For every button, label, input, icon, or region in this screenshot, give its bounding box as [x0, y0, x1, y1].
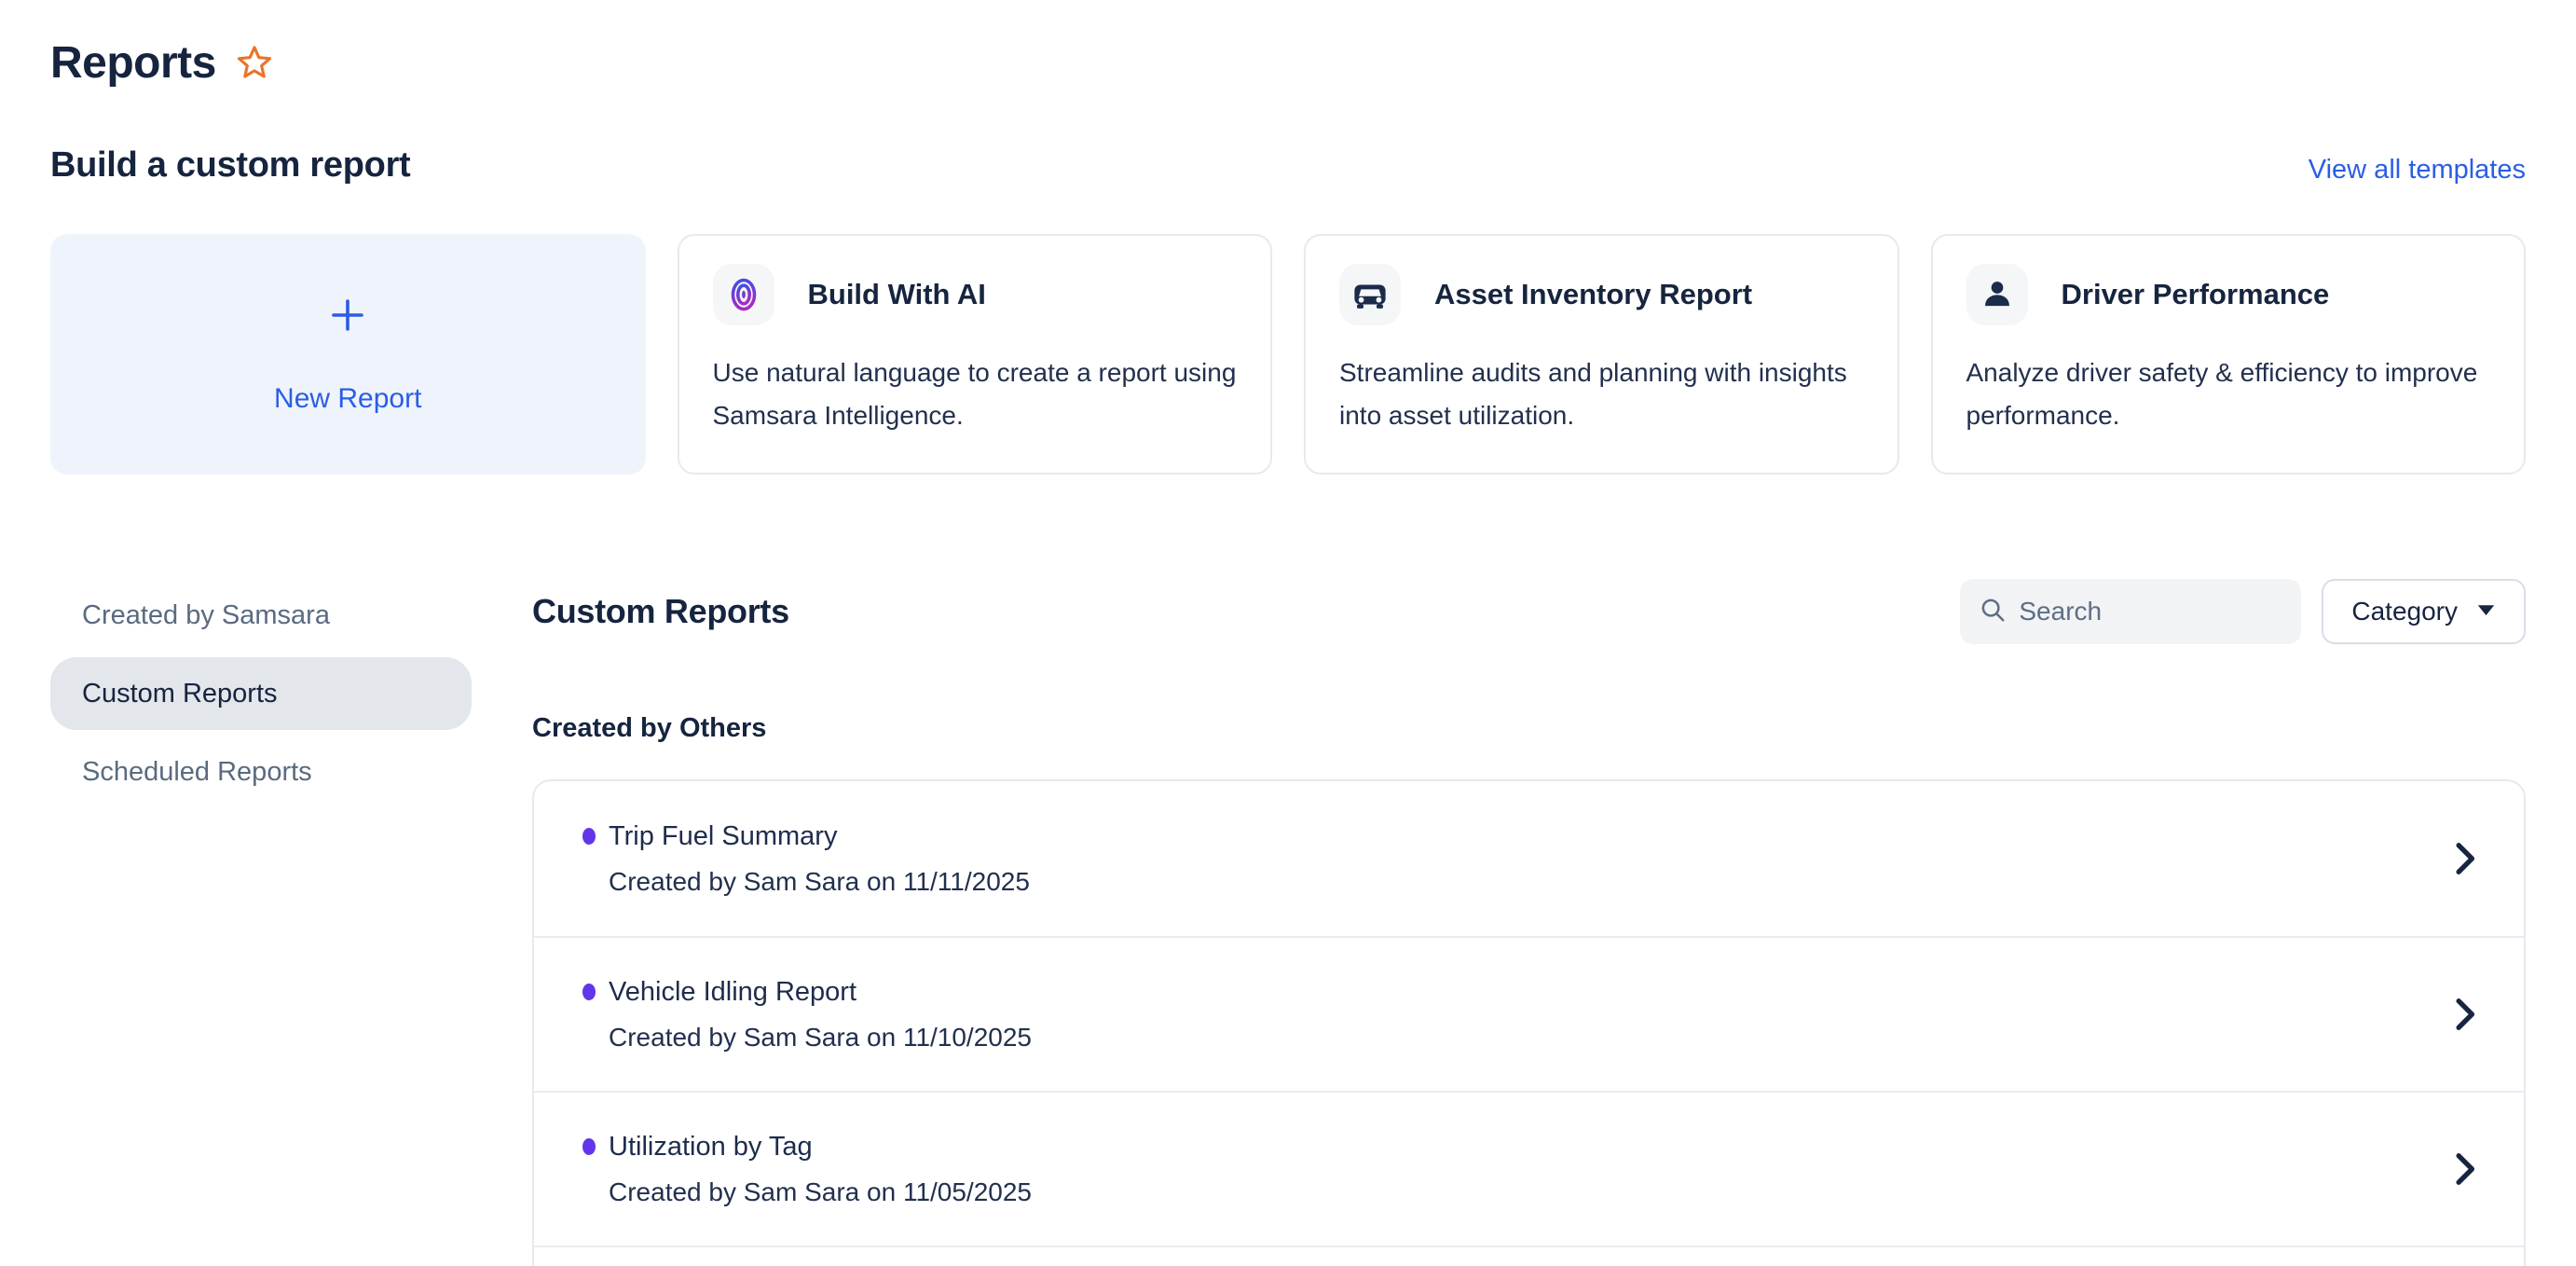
templates-header: Build a custom report View all templates	[50, 145, 2526, 186]
card-head: Build With AI	[713, 264, 1238, 325]
report-title: Utilization by Tag	[609, 1128, 1032, 1165]
template-card-asset-inventory[interactable]: Asset Inventory Report Streamline audits…	[1304, 234, 1899, 475]
person-icon	[1966, 264, 2028, 325]
favorite-star-button[interactable]	[235, 43, 274, 85]
category-label: Category	[2351, 597, 2458, 626]
card-title: Driver Performance	[2062, 278, 2330, 311]
card-head: Asset Inventory Report	[1339, 264, 1864, 325]
custom-reports-main: Custom Reports Category	[532, 579, 2526, 1266]
main-header: Custom Reports Category	[532, 579, 2526, 644]
row-content: Utilization by Tag Created by Sam Sara o…	[582, 1128, 1032, 1210]
report-color-dot	[582, 1138, 596, 1155]
chevron-right-icon[interactable]	[2455, 842, 2475, 875]
caret-down-icon	[2476, 604, 2496, 619]
card-title: Build With AI	[808, 278, 986, 311]
created-by-others-heading: Created by Others	[532, 713, 2526, 744]
templates-heading: Build a custom report	[50, 145, 410, 186]
plus-icon	[327, 295, 368, 340]
page-header: Reports	[50, 35, 2526, 91]
report-row-vehicle-idling-report[interactable]: Vehicle Idling Report Created by Sam Sar…	[534, 936, 2524, 1091]
star-icon	[235, 43, 274, 85]
chevron-right-icon[interactable]	[2455, 998, 2475, 1031]
sidebar-item-created-by-samsara[interactable]: Created by Samsara	[50, 579, 472, 652]
card-description: Analyze driver safety & efficiency to im…	[1966, 351, 2491, 437]
sidebar-item-custom-reports[interactable]: Custom Reports	[50, 657, 472, 730]
new-report-label: New Report	[274, 383, 421, 415]
card-head: Driver Performance	[1966, 264, 2491, 325]
content-area: Created by Samsara Custom Reports Schedu…	[50, 579, 2526, 1266]
row-content: Vehicle Idling Report Created by Sam Sar…	[582, 973, 1032, 1055]
custom-reports-heading: Custom Reports	[532, 592, 789, 631]
template-card-build-with-ai[interactable]: Build With AI Use natural language to cr…	[678, 234, 1273, 475]
report-row-utilization-by-tag[interactable]: Utilization by Tag Created by Sam Sara o…	[534, 1091, 2524, 1245]
reports-page: Reports Build a custom report View all t…	[0, 0, 2576, 1266]
card-description: Streamline audits and planning with insi…	[1339, 351, 1864, 437]
report-color-dot	[582, 828, 596, 845]
template-card-driver-performance[interactable]: Driver Performance Analyze driver safety…	[1931, 234, 2527, 475]
search-input[interactable]	[2019, 597, 2282, 626]
report-row-trip-fuel-summary[interactable]: Trip Fuel Summary Created by Sam Sara on…	[534, 781, 2524, 936]
view-all-templates-link[interactable]: View all templates	[2309, 155, 2526, 186]
row-content: Trip Fuel Summary Created by Sam Sara on…	[582, 818, 1030, 900]
template-cards: New Report	[50, 234, 2526, 475]
new-report-card[interactable]: New Report	[50, 234, 646, 475]
report-list: Trip Fuel Summary Created by Sam Sara on…	[532, 779, 2526, 1266]
report-subtitle: Created by Sam Sara on 11/05/2025	[609, 1175, 1032, 1210]
chevron-right-icon[interactable]	[2455, 1152, 2475, 1186]
search-box[interactable]	[1960, 579, 2301, 644]
vehicle-icon	[1339, 264, 1401, 325]
reports-sidebar: Created by Samsara Custom Reports Schedu…	[50, 579, 472, 1266]
card-title: Asset Inventory Report	[1434, 278, 1752, 311]
report-subtitle: Created by Sam Sara on 11/10/2025	[609, 1020, 1032, 1055]
page-title: Reports	[50, 35, 216, 91]
list-controls: Category	[1960, 579, 2526, 644]
search-icon	[1979, 596, 2007, 628]
report-subtitle: Created by Sam Sara on 11/11/2025	[609, 864, 1030, 900]
card-description: Use natural language to create a report …	[713, 351, 1238, 437]
sidebar-item-scheduled-reports[interactable]: Scheduled Reports	[50, 736, 472, 808]
report-row-partial	[534, 1245, 2524, 1266]
report-title: Trip Fuel Summary	[609, 818, 1030, 855]
ai-intelligence-icon	[713, 264, 774, 325]
category-filter-button[interactable]: Category	[2322, 579, 2526, 644]
report-color-dot	[582, 984, 596, 1000]
report-title: Vehicle Idling Report	[609, 973, 1032, 1011]
